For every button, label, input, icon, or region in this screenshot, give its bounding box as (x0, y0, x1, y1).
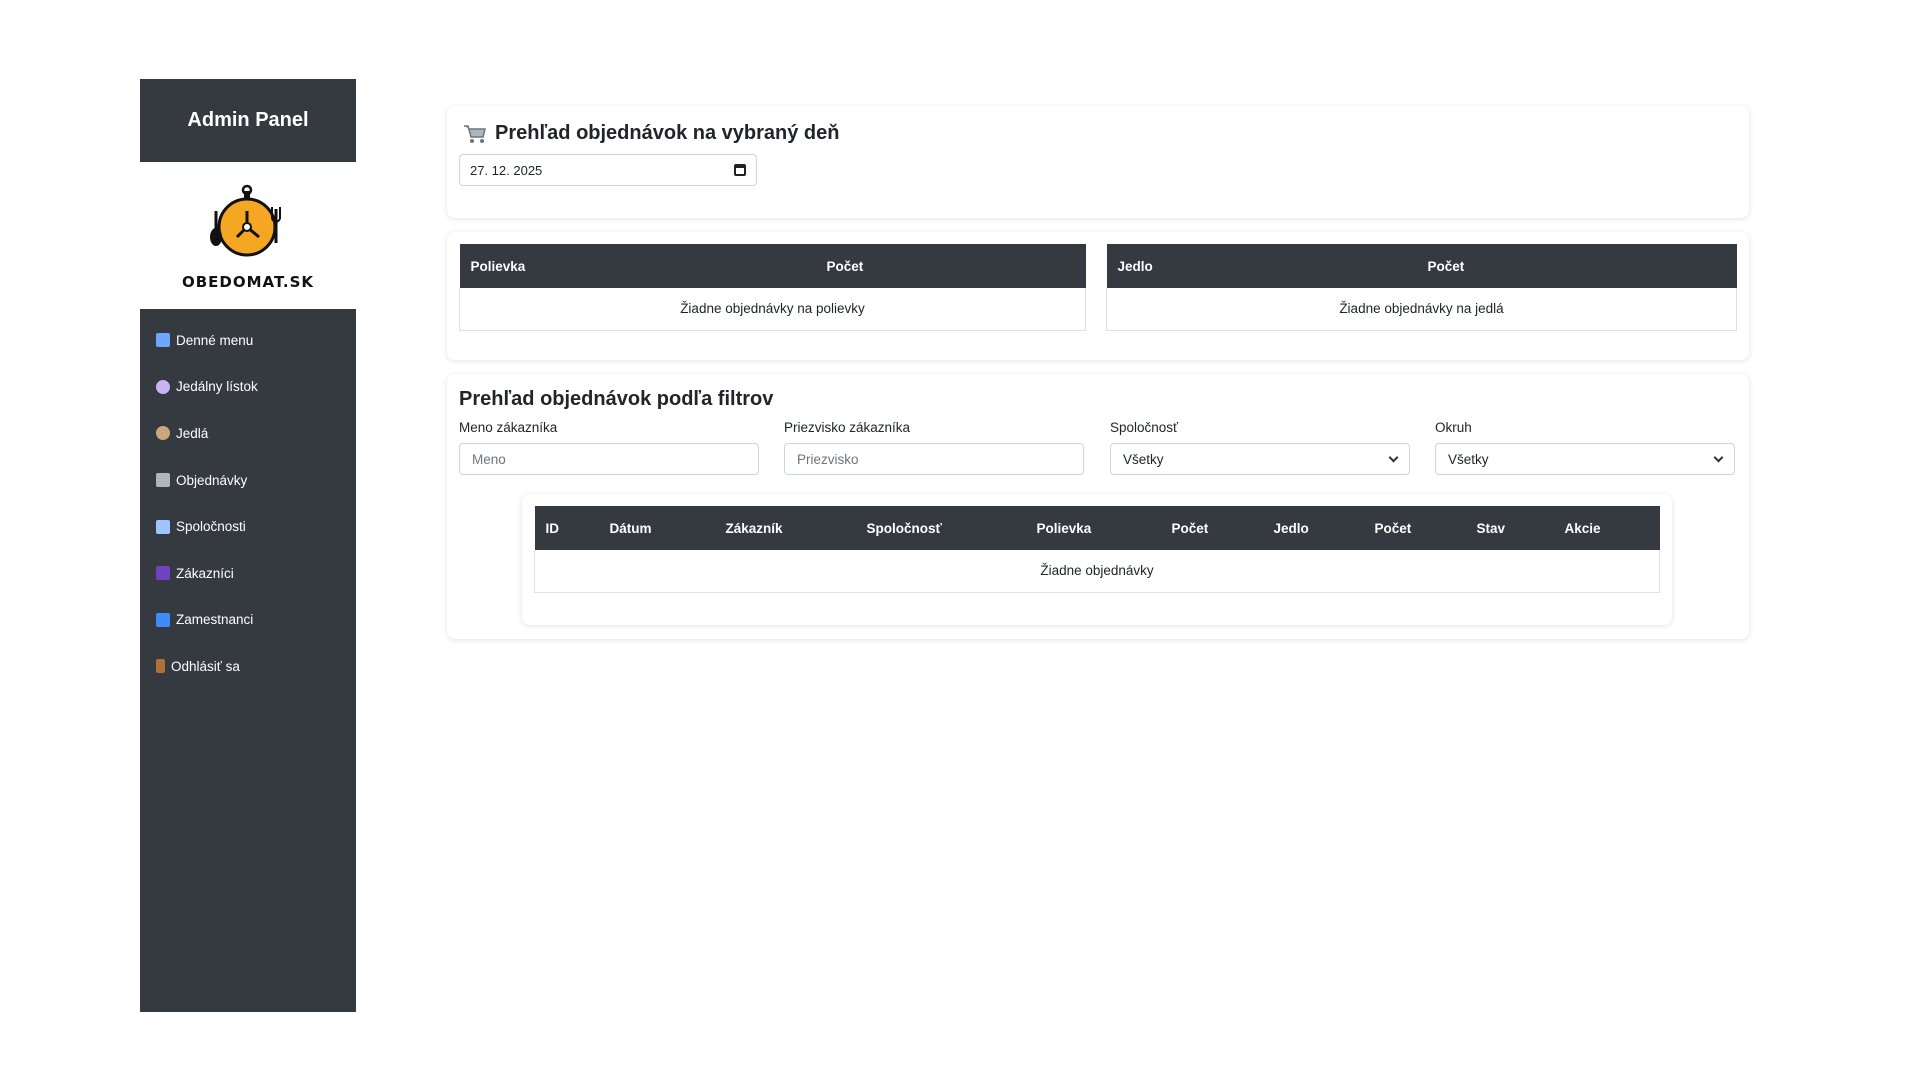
sidebar-header: Admin Panel (140, 79, 356, 162)
chevron-down-icon (1713, 452, 1724, 462)
sidebar-item-label: Zákazníci (176, 565, 234, 581)
orders-header-soup-count[interactable]: Počet (1160, 506, 1263, 550)
jeans-icon (156, 612, 170, 627)
first-name-placeholder: Meno (472, 451, 506, 467)
orders-header-meal[interactable]: Jedlo (1262, 506, 1364, 550)
orders-table: ID Dátum Zákazník Spoločnosť Polievka Po… (534, 506, 1660, 593)
date-value: 27. 12. 2025 (470, 162, 543, 178)
logo: OBEDOMAT.SK (140, 162, 356, 309)
orders-table-card: ID Dátum Zákazník Spoločnosť Polievka Po… (522, 494, 1672, 625)
orders-header-customer[interactable]: Zákazník (714, 506, 856, 550)
daily-summary-card: Polievka Počet Žiadne objednávky na poli… (447, 232, 1749, 360)
sidebar-item-employees[interactable]: Zamestnanci (140, 597, 356, 644)
daily-overview-title-text: Prehľad objednávok na vybraný deň (495, 122, 840, 144)
clock-logo-icon (210, 184, 281, 256)
sidebar-nav: Denné menu Jedálny lístok Jedlá Objednáv… (140, 309, 356, 690)
calendar-icon (156, 333, 170, 348)
sidebar: Admin Panel OBEDOMAT.SK Denné menu Jedál… (140, 79, 356, 1012)
first-name-filter: Meno zákazníka Meno (459, 420, 759, 475)
calendar-picker-icon[interactable] (734, 164, 746, 176)
chevron-down-icon (1388, 452, 1399, 462)
table-row: Žiadne objednávky na polievky (459, 288, 1086, 331)
sidebar-item-label: Jedálny lístok (176, 379, 258, 395)
orders-header-id[interactable]: ID (534, 506, 599, 550)
table-row: Žiadne objednávky na jedlá (1106, 288, 1737, 331)
soups-header-count: Počet (815, 244, 1086, 288)
date-picker-input[interactable]: 27. 12. 2025 (459, 154, 757, 186)
orders-header-company[interactable]: Spoločnosť (855, 506, 1026, 550)
first-name-label: Meno zákazníka (459, 420, 558, 435)
region-filter: Okruh Všetky (1435, 420, 1735, 475)
meals-header-name: Jedlo (1106, 244, 1417, 288)
bowl-icon (156, 426, 170, 441)
soups-table: Polievka Počet Žiadne objednávky na poli… (459, 244, 1086, 331)
region-select[interactable]: Všetky (1435, 443, 1735, 475)
sidebar-item-logout[interactable]: Odhlásiť sa (140, 643, 356, 690)
sidebar-item-meals[interactable]: Jedlá (140, 410, 356, 457)
daily-overview-title: Prehľad objednávok na vybraný deň (463, 122, 839, 145)
sidebar-item-menu-list[interactable]: Jedálny lístok (140, 364, 356, 411)
last-name-filter: Priezvisko zákazníka Priezvisko (784, 420, 1084, 475)
orders-header-soup[interactable]: Polievka (1025, 506, 1161, 550)
filtered-orders-title: Prehľad objednávok podľa filtrov (459, 388, 774, 410)
company-filter: Spoločnosť Všetky (1110, 420, 1410, 475)
plate-icon (156, 379, 170, 394)
sidebar-item-daily-menu[interactable]: Denné menu (140, 317, 356, 364)
sidebar-item-orders[interactable]: Objednávky (140, 457, 356, 504)
company-selected-value: Všetky (1123, 451, 1164, 467)
daily-overview-card: Prehľad objednávok na vybraný deň 27. 12… (447, 106, 1749, 218)
sidebar-title: Admin Panel (187, 109, 309, 131)
sidebar-item-label: Spoločnosti (176, 519, 246, 535)
filtered-orders-card: Prehľad objednávok podľa filtrov Meno zá… (447, 374, 1749, 639)
last-name-label: Priezvisko zákazníka (784, 420, 911, 435)
company-label: Spoločnosť (1110, 420, 1179, 435)
shopping-cart-icon (464, 124, 486, 143)
building-icon (156, 519, 170, 534)
meals-header-count: Počet (1416, 244, 1737, 288)
table-row: Žiadne objednávky (534, 550, 1660, 593)
company-select[interactable]: Všetky (1110, 443, 1410, 475)
sidebar-item-label: Zamestnanci (176, 612, 254, 628)
door-icon (156, 659, 165, 674)
region-label: Okruh (1435, 420, 1472, 435)
last-name-placeholder: Priezvisko (797, 451, 859, 467)
last-name-input[interactable]: Priezvisko (784, 443, 1084, 475)
sidebar-item-label: Odhlásiť sa (171, 658, 240, 674)
orders-header-date[interactable]: Dátum (598, 506, 715, 550)
cart-icon (156, 473, 170, 488)
logo-text: OBEDOMAT.SK (181, 272, 315, 291)
soups-empty-message: Žiadne objednávky na polievky (459, 288, 1086, 331)
sidebar-item-companies[interactable]: Spoločnosti (140, 503, 356, 550)
orders-header-status[interactable]: Stav (1465, 506, 1554, 550)
people-icon (156, 566, 170, 581)
meals-table: Jedlo Počet Žiadne objednávky na jedlá (1106, 244, 1737, 331)
orders-header-meal-count[interactable]: Počet (1363, 506, 1466, 550)
first-name-input[interactable]: Meno (459, 443, 759, 475)
sidebar-item-label: Denné menu (176, 332, 254, 348)
meals-empty-message: Žiadne objednávky na jedlá (1106, 288, 1737, 331)
region-selected-value: Všetky (1448, 451, 1489, 467)
orders-empty-message: Žiadne objednávky (534, 550, 1660, 593)
sidebar-item-label: Jedlá (176, 425, 209, 441)
sidebar-item-label: Objednávky (176, 472, 248, 488)
soups-header-name: Polievka (459, 244, 816, 288)
sidebar-item-customers[interactable]: Zákazníci (140, 550, 356, 597)
orders-header-actions: Akcie (1553, 506, 1660, 550)
